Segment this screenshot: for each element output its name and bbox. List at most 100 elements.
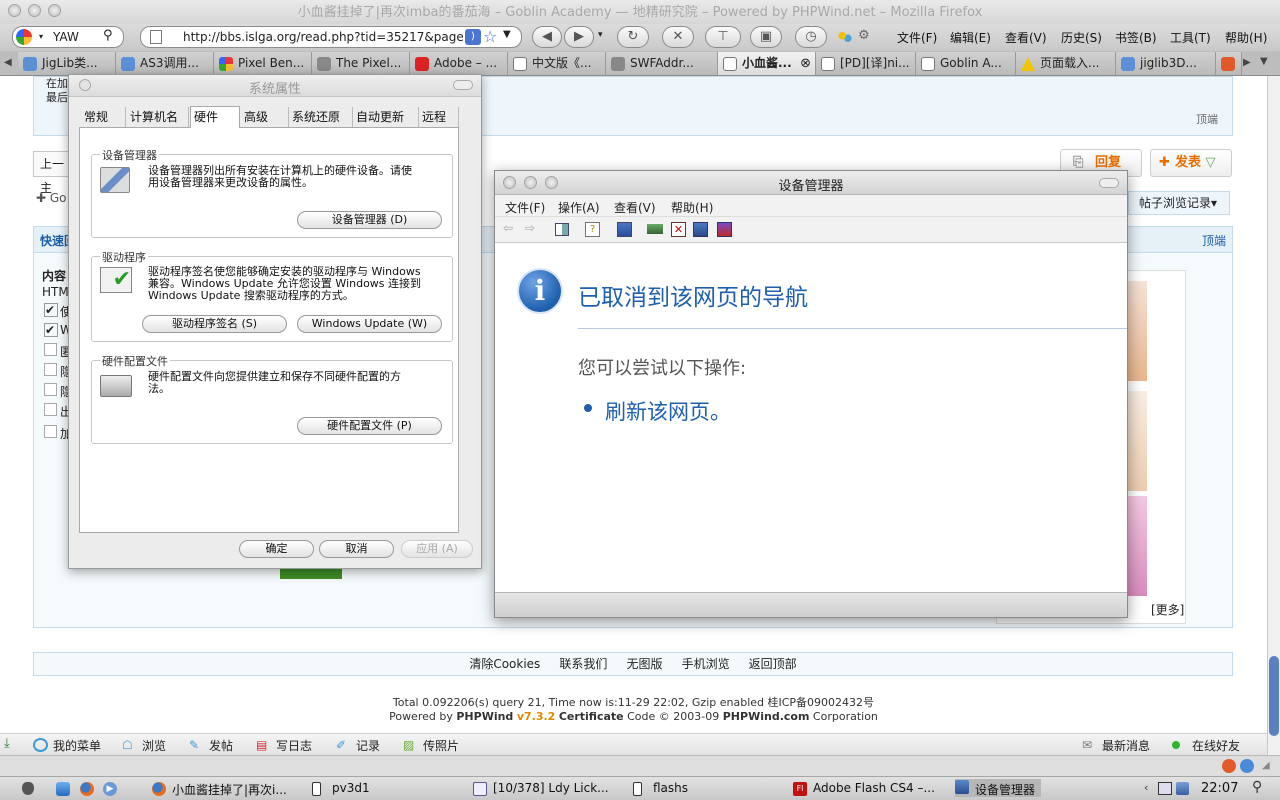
gear-icon[interactable]: ⚙ [858,28,870,43]
dm-back-icon[interactable]: ⇦ [503,221,513,235]
dm-update-driver-icon[interactable] [693,222,708,237]
scrollbar-thumb[interactable] [1269,656,1279,736]
go-link[interactable]: ✚ Go [36,191,67,205]
back-to-top-link[interactable]: 返回顶部 [749,657,797,671]
my-menu-button[interactable]: 我的菜单 [33,737,101,754]
display-icon[interactable] [1158,782,1172,795]
task-adobe-flash[interactable]: Fl Adobe Flash CS4 –... [793,781,935,796]
top-link[interactable]: 顶端 [1202,232,1226,249]
tab-page-loading[interactable]: 页面载入... [1016,52,1116,75]
page-scrollbar[interactable] [1267,76,1280,756]
dm-properties-icon[interactable]: ? [585,222,600,237]
checkbox-w[interactable]: ✔ [44,323,58,337]
dm-uninstall-icon[interactable]: ✕ [671,222,686,237]
tray-expand-icon[interactable]: ‹ [1144,781,1148,794]
dm-disable-icon[interactable] [717,222,732,237]
phpwind-site-link[interactable]: PHPWind.com [723,710,810,723]
write-log-button[interactable]: ▤ 写日志 [256,737,312,754]
device-manager-button[interactable]: 设备管理器 (D) [297,211,442,229]
browse-button[interactable]: ☖ 浏览 [122,737,166,754]
tab-remote[interactable]: 远程 [419,107,459,127]
text-version-link[interactable]: 无图版 [626,657,662,671]
driver-signing-button[interactable]: 驱动程序签名 (S) [142,315,287,333]
finder-icon[interactable] [56,782,70,796]
mobile-link[interactable]: 手机浏览 [682,657,730,671]
reload-button[interactable]: ↻ [617,26,649,48]
forward-button[interactable]: ▶ [564,26,594,48]
latest-news-button[interactable]: ✉ 最新消息 [1082,737,1150,754]
cancel-button[interactable]: 取消 [319,540,394,558]
history-dropdown-icon[interactable]: ▾ [598,30,603,40]
dm-menu-view[interactable]: 查看(V) [614,199,656,216]
upload-photo-button[interactable]: ▨ 传照片 [403,737,459,754]
tab-scroll-left-icon[interactable]: ◀ [4,57,12,68]
spotlight-search-icon[interactable]: ⚲ [1252,779,1262,795]
menu-file[interactable]: 文件(F) [897,29,937,46]
menu-tools[interactable]: 工具(T) [1170,29,1211,46]
clear-cookies-link[interactable]: 清除Cookies [469,657,540,671]
menu-edit[interactable]: 编辑(E) [950,29,991,46]
search-input[interactable]: YAW [53,30,79,44]
ok-button[interactable]: 确定 [239,540,314,558]
stop-button[interactable]: ✕ [662,26,694,48]
tab-computer-name[interactable]: 计算机名 [127,107,189,127]
menu-bookmarks[interactable]: 书签(B) [1115,29,1157,46]
device-manager-title-bar[interactable]: 设备管理器 [495,171,1127,195]
media-player-icon[interactable]: ▶ [103,782,117,796]
dm-toolbar-toggle[interactable] [1099,178,1119,188]
menu-view[interactable]: 查看(V) [1005,29,1047,46]
dm-menu-action[interactable]: 操作(A) [558,199,600,216]
dialog-title-bar[interactable]: 系统属性 [69,75,481,97]
dialog-toolbar-toggle[interactable] [453,80,473,90]
toolbar-tool-button[interactable]: ⊤ [705,26,741,48]
dm-menu-help[interactable]: 帮助(H) [671,199,713,216]
screenshot-button[interactable]: ▣ [750,26,782,48]
tab-jiglib[interactable]: JigLib类... [18,52,116,75]
menu-help[interactable]: 帮助(H) [1225,29,1267,46]
clock-button[interactable]: ◷ [795,26,827,48]
checkbox-sell[interactable] [44,403,57,416]
dm-tree-icon[interactable] [555,223,569,236]
new-post-button[interactable]: ✚ 发表 ▽ [1150,149,1232,177]
dm-menu-file[interactable]: 文件(F) [505,199,545,216]
tab-adobe[interactable]: Adobe – ... [410,52,508,75]
firefox-addon-icon[interactable] [1222,759,1236,773]
tab-chinese-edition[interactable]: 中文版《... [508,52,606,75]
clock[interactable]: 22:07 [1201,781,1238,796]
url-bar[interactable]: http://bbs.islga.org/read.php?tid=35217&… [140,26,522,48]
apply-button[interactable]: 应用 (A) [401,540,473,558]
refresh-page-link[interactable]: 刷新该网页。 [605,396,731,426]
tab-general[interactable]: 常规 [81,107,126,127]
url-dropdown-icon[interactable]: ▼ [503,29,511,40]
tab-the-pixel[interactable]: The Pixel... [312,52,410,75]
tab-pd-translation[interactable]: [PD][译]ni... [816,52,916,75]
tab-overflow[interactable] [1216,52,1242,75]
contact-link[interactable]: 联系我们 [559,657,607,671]
tab-pixel-ben[interactable]: Pixel Ben... [214,52,312,75]
download-icon[interactable]: ⤓ [4,736,10,751]
post-button[interactable]: ✎ 发帖 [189,737,233,754]
search-icon[interactable]: ⚲ [103,28,113,43]
checkbox-hide-1[interactable] [44,363,57,376]
zoom-window-button[interactable] [48,4,61,17]
dm-scan-icon[interactable] [647,224,663,234]
dm-help-icon[interactable] [617,222,632,237]
tab-advanced[interactable]: 高级 [241,107,289,127]
dm-forward-icon[interactable]: ⇨ [525,221,535,235]
network-icon[interactable] [1176,782,1189,795]
firefox-launcher-icon[interactable] [80,782,94,796]
tab-as3[interactable]: AS3调用... [116,52,214,75]
prev-topic-button[interactable]: 上一主 [33,151,73,195]
bookmark-star-icon[interactable]: ☆ [483,27,497,46]
status-icon[interactable] [1240,759,1254,773]
tab-hardware[interactable]: 硬件 [190,106,240,128]
url-text[interactable]: http://bbs.islga.org/read.php?tid=35217&… [183,30,463,44]
task-flashs[interactable]: flashs [633,781,688,796]
rss-icon[interactable]: ) [465,29,481,45]
tab-close-icon[interactable]: ⊗ [800,52,811,75]
checkbox-anonymous[interactable] [44,343,57,356]
hardware-profile-button[interactable]: 硬件配置文件 (P) [297,417,442,435]
minimize-window-button[interactable] [28,4,41,17]
tab-goblin[interactable]: Goblin A... [916,52,1016,75]
windows-update-button[interactable]: Windows Update (W) [297,315,442,333]
